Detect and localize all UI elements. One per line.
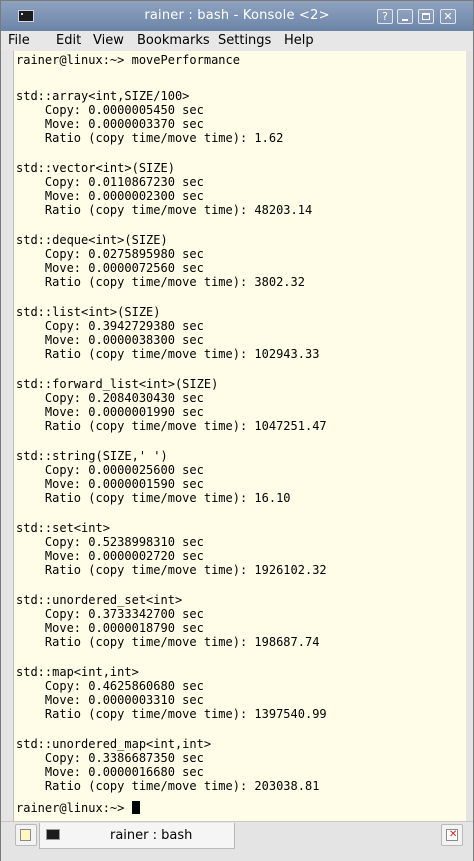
help-button[interactable]: ?	[377, 9, 393, 24]
close-button[interactable]: ✕	[440, 9, 456, 24]
maximize-button[interactable]	[418, 9, 434, 24]
terminal-line: Ratio (copy time/move time): 203038.81	[16, 779, 320, 793]
menu-edit[interactable]: Edit	[56, 33, 81, 48]
menu-settings[interactable]: Settings	[218, 33, 271, 48]
close-tab-icon[interactable]	[441, 824, 463, 846]
text-cursor	[131, 801, 140, 814]
terminal-line: Ratio (copy time/move time): 1397540.99	[16, 707, 327, 721]
terminal-line: Copy: 0.0000025600 sec	[16, 463, 204, 477]
terminal-line: Move: 0.0000003370 sec	[16, 117, 204, 131]
terminal-line: Move: 0.0000018790 sec	[16, 621, 204, 635]
left-margin	[1, 51, 12, 821]
terminal-line: Copy: 0.0000005450 sec	[16, 103, 204, 117]
terminal-line: std::vector<int>(SIZE)	[16, 161, 175, 175]
terminal-line: Copy: 0.0275895980 sec	[16, 247, 204, 261]
terminal-line: Ratio (copy time/move time): 1047251.47	[16, 419, 327, 433]
title-bar[interactable]: rainer : bash - Konsole <2> ? ✕	[1, 1, 473, 31]
terminal-line: Ratio (copy time/move time): 102943.33	[16, 347, 320, 361]
tab-rainer-bash[interactable]: rainer : bash	[39, 823, 235, 849]
terminal-line: Move: 0.0000001590 sec	[16, 477, 204, 491]
terminal-area[interactable]: rainer@linux:~> movePerformance std::arr…	[13, 51, 466, 821]
terminal-line: std::string(SIZE,' ')	[16, 449, 168, 463]
terminal-line: Move: 0.0000002720 sec	[16, 549, 204, 563]
terminal-line: Move: 0.0000003310 sec	[16, 693, 204, 707]
terminal-line: rainer@linux:~> movePerformance	[16, 53, 240, 67]
konsole-window: rainer : bash - Konsole <2> ? ✕ File Edi…	[0, 0, 474, 861]
tab-label: rainer : bash	[110, 828, 193, 843]
terminal-line: Ratio (copy time/move time): 198687.74	[16, 635, 320, 649]
terminal-line: std::forward_list<int>(SIZE)	[16, 377, 219, 391]
terminal-line: Ratio (copy time/move time): 48203.14	[16, 203, 313, 217]
prompt-line[interactable]: rainer@linux:~>	[16, 801, 140, 815]
terminal-line: Copy: 0.0110867230 sec	[16, 175, 204, 189]
terminal-line: Ratio (copy time/move time): 1926102.32	[16, 563, 327, 577]
terminal-line: Copy: 0.3733342700 sec	[16, 607, 204, 621]
terminal-line: std::set<int>	[16, 521, 110, 535]
terminal-line: Move: 0.0000001990 sec	[16, 405, 204, 419]
terminal-line: Copy: 0.4625860680 sec	[16, 679, 204, 693]
terminal-line: Move: 0.0000072560 sec	[16, 261, 204, 275]
terminal-line: std::map<int,int>	[16, 665, 139, 679]
terminal-line: std::unordered_set<int>	[16, 593, 183, 607]
terminal-line: std::array<int,SIZE/100>	[16, 89, 190, 103]
terminal-line: std::deque<int>(SIZE)	[16, 233, 168, 247]
terminal-line: Copy: 0.5238998310 sec	[16, 535, 204, 549]
terminal-line: Copy: 0.3386687350 sec	[16, 751, 204, 765]
terminal-line: Ratio (copy time/move time): 16.10	[16, 491, 291, 505]
terminal-line: std::unordered_map<int,int>	[16, 737, 212, 751]
prompt-text: rainer@linux:~>	[16, 801, 132, 815]
menu-help[interactable]: Help	[284, 33, 314, 48]
terminal-line: Ratio (copy time/move time): 3802.32	[16, 275, 305, 289]
tab-bar: rainer : bash	[1, 821, 473, 861]
terminal-line: Copy: 0.3942729380 sec	[16, 319, 204, 333]
menu-view[interactable]: View	[93, 33, 124, 48]
terminal-line: Move: 0.0000016680 sec	[16, 765, 204, 779]
terminal-line: Move: 0.0000038300 sec	[16, 333, 204, 347]
menu-bar: File Edit View Bookmarks Settings Help	[1, 31, 473, 51]
minimize-button[interactable]	[397, 9, 413, 24]
terminal-icon	[46, 829, 60, 840]
terminal-line: Ratio (copy time/move time): 1.62	[16, 131, 284, 145]
terminal-line: Copy: 0.2084030430 sec	[16, 391, 204, 405]
menu-file[interactable]: File	[8, 33, 30, 48]
new-tab-icon[interactable]	[15, 824, 37, 846]
terminal-line: std::list<int>(SIZE)	[16, 305, 161, 319]
terminal-line: Move: 0.0000002300 sec	[16, 189, 204, 203]
menu-bookmarks[interactable]: Bookmarks	[137, 33, 210, 48]
